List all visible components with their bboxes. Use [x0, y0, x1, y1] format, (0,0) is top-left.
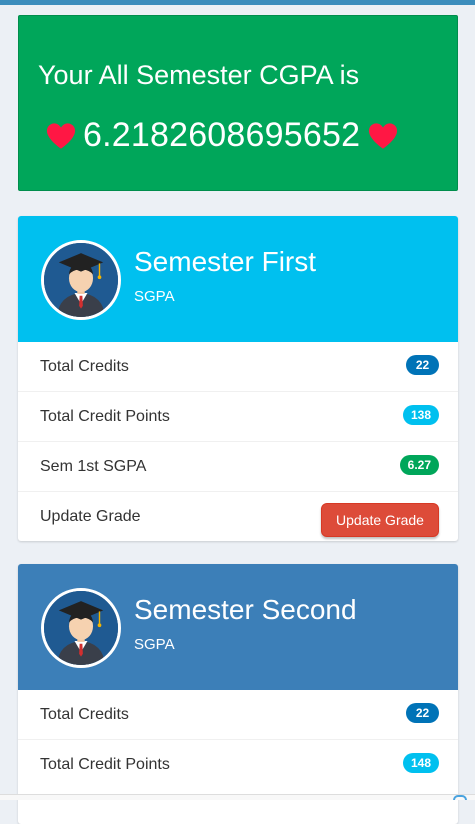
cgpa-value: 6.2182608695652: [83, 116, 361, 154]
semester-subtitle: SGPA: [134, 288, 175, 305]
semester-card-second: Semester Second SGPA Total Credits 22 To…: [18, 564, 458, 824]
list-item: Sem 1st SGPA 6.27: [18, 442, 458, 492]
cgpa-value-row: 6.2182608695652: [46, 116, 398, 155]
list-item: Total Credits 22: [18, 690, 458, 740]
row-label: Sem 1st SGPA: [40, 457, 147, 475]
list-item: Update Grade Update Grade: [18, 492, 458, 541]
sgpa-badge: 6.27: [399, 455, 439, 475]
row-label: Update Grade: [40, 508, 141, 525]
graduate-avatar-icon: [41, 588, 121, 668]
semester-subtitle: SGPA: [134, 636, 175, 653]
cgpa-title: Your All Semester CGPA is: [38, 60, 360, 90]
top-accent-bar: [0, 0, 475, 5]
semester-title: Semester Second: [134, 594, 357, 625]
semester-card-header: Semester First SGPA: [18, 216, 458, 342]
row-label: Total Credits: [40, 357, 129, 375]
semester-title: Semester First: [134, 246, 317, 277]
total-credits-badge: 22: [406, 703, 439, 723]
adchoices-icon[interactable]: [453, 795, 467, 800]
heart-icon: [46, 122, 76, 150]
total-credits-badge: 22: [406, 355, 439, 375]
total-credit-points-badge: 148: [402, 753, 439, 773]
semester-card-header: Semester Second SGPA: [18, 564, 458, 690]
ad-banner-strip: [0, 794, 475, 800]
total-credit-points-badge: 138: [402, 405, 439, 425]
semester-card-first: Semester First SGPA Total Credits 22 Tot…: [18, 216, 458, 541]
row-label: Total Credit Points: [40, 756, 170, 773]
list-item: Total Credit Points 138: [18, 392, 458, 442]
list-item: Total Credits 22: [18, 342, 458, 392]
row-label: Total Credit Points: [40, 407, 170, 425]
cgpa-summary-box: Your All Semester CGPA is 6.218260869565…: [18, 15, 458, 191]
update-grade-button[interactable]: Update Grade: [321, 503, 439, 537]
list-item: Total Credit Points 148: [18, 740, 458, 790]
heart-icon: [368, 122, 398, 150]
row-label: Total Credits: [40, 705, 129, 723]
graduate-avatar-icon: [41, 240, 121, 320]
